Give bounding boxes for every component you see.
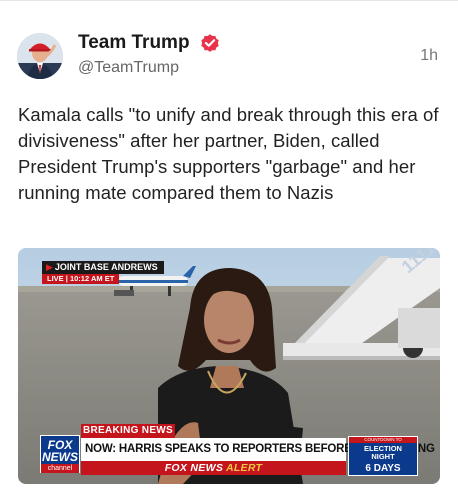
headline-bar: NOW: HARRIS SPEAKS TO REPORTERS BEFORE C… xyxy=(81,438,435,461)
countdown-top: COUNTDOWN TO xyxy=(349,437,417,443)
breaking-news-tag: BREAKING NEWS xyxy=(81,424,175,438)
profile-photo-icon xyxy=(17,33,63,79)
alert-word: ALERT xyxy=(225,462,263,474)
play-arrow-icon: ▶ xyxy=(46,262,53,272)
location-label: JOINT BASE ANDREWS xyxy=(54,262,158,272)
top-divider xyxy=(0,0,458,1)
live-label: LIVE xyxy=(47,274,64,283)
location-chyron: ▶ JOINT BASE ANDREWS xyxy=(42,261,164,274)
countdown-line-2: NIGHT xyxy=(371,452,395,461)
verified-badge-icon xyxy=(201,34,219,52)
alert-brand: FOX NEWS xyxy=(164,462,224,474)
post-timestamp[interactable]: 1h xyxy=(420,47,438,65)
author-display-name[interactable]: Team Trump xyxy=(78,32,190,54)
live-time: 10:12 AM ET xyxy=(69,274,115,283)
logo-line-2: NEWS xyxy=(42,450,78,464)
countdown-days: 6 DAYS xyxy=(365,463,401,474)
post-media-video[interactable]: 1111 ▶ JOINT BASE ANDREWS LIVE | 10:12 AM… xyxy=(18,248,440,484)
author-handle[interactable]: @TeamTrump xyxy=(78,59,179,77)
avatar[interactable] xyxy=(17,33,63,79)
fox-news-logo: FOX NEWS channel xyxy=(40,435,80,473)
election-countdown: COUNTDOWN TO ELECTION NIGHT 6 DAYS xyxy=(348,436,418,476)
post-text: Kamala calls "to unify and break through… xyxy=(18,104,439,203)
alert-bar: FOX NEWS ALERT xyxy=(81,461,346,475)
logo-line-3: channel xyxy=(41,464,79,473)
live-chyron: LIVE | 10:12 AM ET xyxy=(42,274,120,284)
